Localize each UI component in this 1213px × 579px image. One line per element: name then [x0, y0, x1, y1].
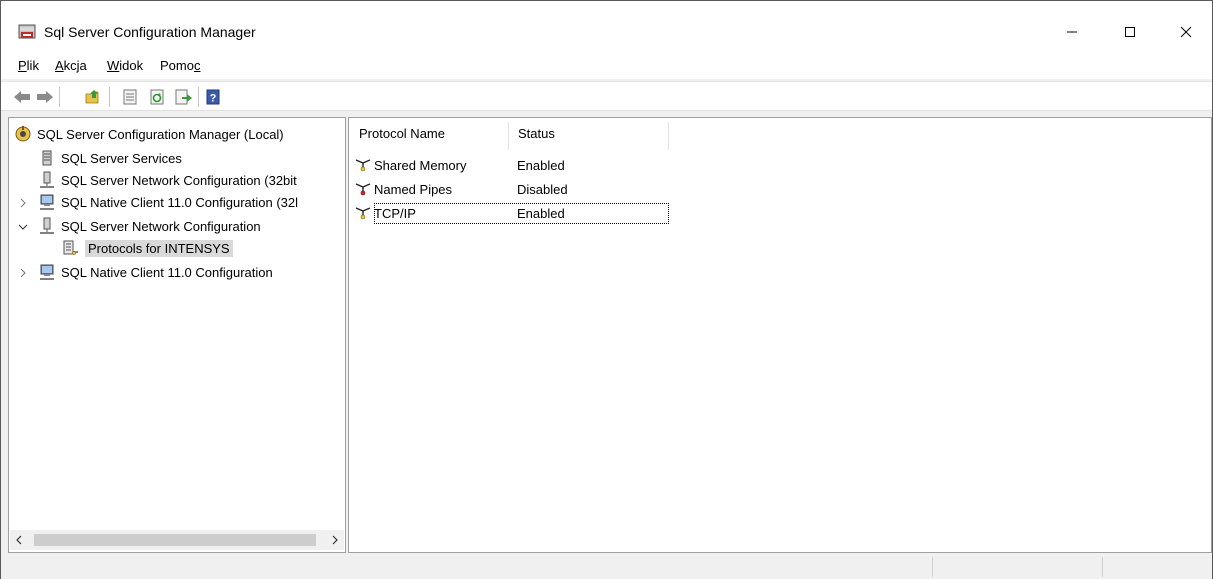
menu-akcja[interactable]: Akcja	[55, 58, 87, 73]
tree-item-root[interactable]: SQL Server Configuration Manager (Local)	[14, 123, 344, 145]
menu-widok[interactable]: Widok	[107, 58, 143, 73]
export-list-button[interactable]	[173, 86, 195, 108]
properties-icon	[123, 89, 137, 105]
column-divider[interactable]	[668, 122, 669, 150]
tree-item-label: SQL Server Configuration Manager (Local)	[37, 126, 284, 142]
tree-item-native-client-32bit[interactable]: SQL Native Client 11.0 Configuration (32…	[38, 191, 344, 213]
protocol-name: Named Pipes	[374, 181, 453, 197]
tree-item-label: SQL Native Client 11.0 Configuration (32…	[61, 194, 299, 210]
close-button[interactable]	[1163, 11, 1209, 53]
svg-text:?: ?	[210, 93, 217, 105]
scroll-left-button[interactable]	[10, 530, 28, 550]
tree-item-label: SQL Server Network Configuration (32bit	[61, 172, 297, 188]
column-divider[interactable]	[508, 122, 509, 150]
tree-item-label: Protocols for INTENSYS	[85, 239, 233, 257]
window-title: Sql Server Configuration Manager	[44, 24, 256, 40]
sql-config-manager-icon	[18, 23, 36, 41]
expand-chevron-icon[interactable]	[17, 197, 29, 209]
tree-item-label: SQL Server Services	[61, 150, 182, 166]
column-header-label: Protocol Name	[359, 125, 445, 141]
tree-item-label: SQL Native Client 11.0 Configuration	[61, 264, 273, 280]
forward-arrow-icon	[37, 91, 53, 103]
scroll-right-icon	[332, 535, 338, 545]
properties-button[interactable]	[119, 86, 141, 108]
tree-item-label: SQL Server Network Configuration	[61, 218, 261, 234]
app-window: Sql Server Configuration Manager Plik Ak…	[0, 0, 1213, 579]
up-folder-icon	[85, 90, 99, 104]
protocol-status: Disabled	[517, 181, 568, 197]
protocol-icon	[354, 180, 372, 198]
expand-chevron-icon[interactable]	[17, 267, 29, 279]
title-bar: Sql Server Configuration Manager	[1, 1, 1212, 53]
network-config-icon	[38, 171, 56, 189]
help-icon: ?	[206, 89, 220, 105]
toolbar-separator	[109, 87, 110, 107]
column-header-status[interactable]: Status	[518, 118, 668, 148]
scrollbar-thumb[interactable]	[34, 534, 316, 546]
list-item[interactable]: Shared Memory Enabled	[354, 154, 669, 176]
maximize-button[interactable]	[1107, 11, 1153, 53]
forward-button[interactable]	[34, 86, 56, 108]
refresh-button[interactable]	[146, 86, 168, 108]
column-header-label: Status	[518, 125, 555, 141]
toolbar-separator	[198, 87, 199, 107]
status-bar-divider	[1102, 557, 1103, 577]
minimize-button[interactable]	[1049, 11, 1095, 53]
protocol-list: Protocol Name Status Shared Memory Enabl…	[348, 117, 1212, 553]
list-item[interactable]: Named Pipes Disabled	[354, 178, 669, 200]
focus-rectangle	[374, 203, 669, 224]
column-header-protocol-name[interactable]: Protocol Name	[359, 118, 509, 148]
menu-pomoc[interactable]: Pomoc	[160, 58, 200, 73]
export-list-icon	[175, 89, 192, 105]
config-manager-root-icon	[14, 125, 32, 143]
server-services-icon	[38, 149, 56, 167]
up-one-level-button[interactable]	[83, 86, 105, 108]
protocols-icon	[62, 239, 80, 257]
maximize-icon	[1125, 27, 1135, 37]
console-tree: SQL Server Configuration Manager (Local)…	[8, 117, 346, 553]
back-button[interactable]	[11, 86, 33, 108]
protocol-name: Shared Memory	[374, 157, 467, 173]
native-client-icon	[38, 263, 56, 281]
protocol-icon	[354, 204, 372, 222]
toolbar-separator	[59, 87, 60, 107]
scroll-left-icon	[16, 535, 22, 545]
tree-item-native-client[interactable]: SQL Native Client 11.0 Configuration	[38, 261, 344, 283]
tree-item-network-config-32bit[interactable]: SQL Server Network Configuration (32bit	[38, 169, 344, 191]
scroll-right-button[interactable]	[326, 530, 344, 550]
tree-item-protocols-for-intensys[interactable]: Protocols for INTENSYS	[62, 237, 344, 259]
menu-plik[interactable]: Plik	[18, 58, 39, 73]
native-client-icon	[38, 193, 56, 211]
back-arrow-icon	[14, 91, 30, 103]
toolbar: ?	[1, 81, 1212, 111]
collapse-chevron-icon[interactable]	[17, 221, 29, 233]
network-config-icon	[38, 217, 56, 235]
close-icon	[1180, 26, 1192, 38]
protocol-icon	[354, 156, 372, 174]
menu-bar: Plik Akcja Widok Pomoc	[1, 53, 1212, 79]
protocol-status: Enabled	[517, 157, 565, 173]
tree-item-sql-server-services[interactable]: SQL Server Services	[38, 147, 344, 169]
refresh-icon	[150, 89, 164, 105]
minimize-icon	[1067, 31, 1077, 33]
status-bar-divider	[932, 557, 933, 577]
status-bar	[1, 555, 1212, 579]
help-button[interactable]: ?	[202, 86, 224, 108]
tree-horizontal-scrollbar[interactable]	[10, 530, 344, 550]
tree-item-network-config[interactable]: SQL Server Network Configuration	[38, 215, 344, 237]
